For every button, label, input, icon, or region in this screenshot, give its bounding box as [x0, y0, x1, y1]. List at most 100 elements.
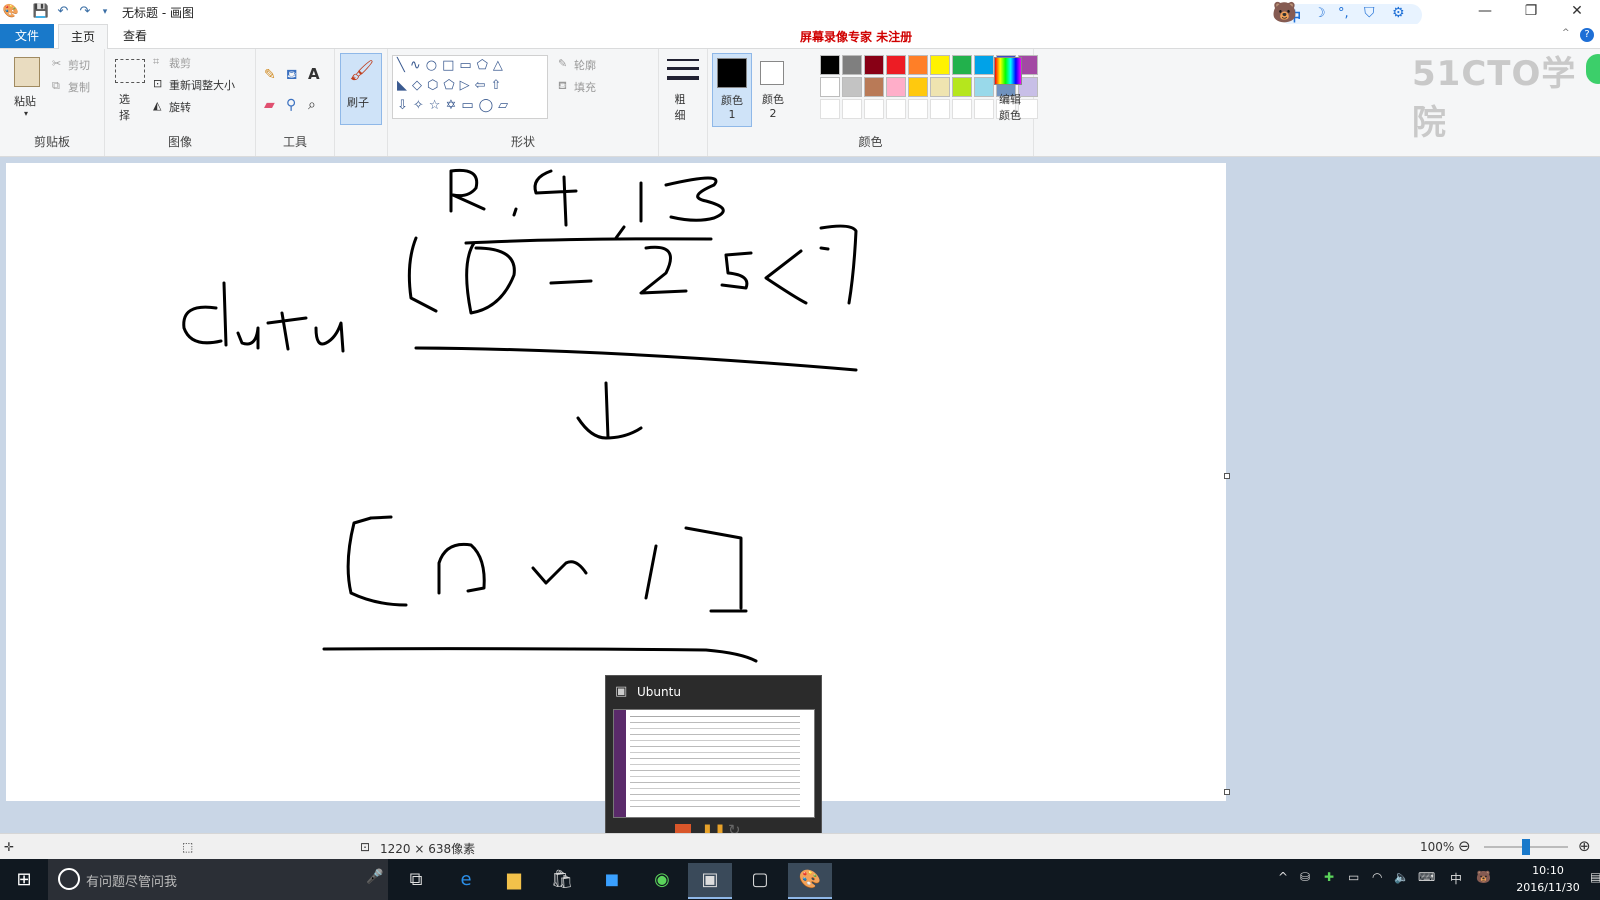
- vmware-icon[interactable]: ▣: [688, 863, 732, 899]
- palette-swatch[interactable]: [886, 55, 906, 75]
- size-button[interactable]: 粗细: [673, 91, 687, 123]
- paste-icon[interactable]: [14, 57, 40, 87]
- tray-battery-icon[interactable]: ▭: [1348, 870, 1359, 884]
- save-icon[interactable]: 💾: [32, 3, 50, 21]
- tab-home[interactable]: 主页: [58, 24, 108, 49]
- terminal-app-icon[interactable]: ▢: [738, 863, 782, 897]
- system-clock[interactable]: 10:10 2016/11/30: [1508, 862, 1588, 896]
- palette-swatch[interactable]: [842, 55, 862, 75]
- zoom-slider-thumb[interactable]: [1522, 839, 1530, 855]
- color2-button[interactable]: 颜色 2: [754, 53, 792, 125]
- palette-swatch[interactable]: [886, 99, 906, 119]
- wifi-icon[interactable]: ◠: [1372, 870, 1382, 884]
- edge-icon[interactable]: e: [444, 863, 488, 897]
- color1-button[interactable]: 颜色 1: [712, 53, 752, 127]
- palette-swatch[interactable]: [908, 77, 928, 97]
- app-bear-icon[interactable]: ◼: [590, 863, 634, 897]
- copy-icon[interactable]: ⧉: [52, 79, 60, 93]
- palette-swatch[interactable]: [908, 55, 928, 75]
- ime-mascot-icon[interactable]: 🐻: [1272, 0, 1297, 24]
- crop-icon[interactable]: ⌗: [153, 55, 159, 69]
- tray-green-icon[interactable]: ✚: [1324, 870, 1334, 884]
- quick-access-dropdown-icon[interactable]: ▾: [96, 3, 114, 21]
- fill-icon[interactable]: ⛾: [558, 79, 567, 94]
- thumbnail-preview[interactable]: [613, 709, 815, 818]
- palette-swatch[interactable]: [842, 99, 862, 119]
- zoom-in-icon[interactable]: ⊕: [1578, 837, 1591, 855]
- tray-overflow-icon[interactable]: ^: [1278, 870, 1288, 884]
- task-view-icon[interactable]: ⧉: [394, 863, 438, 897]
- palette-swatch[interactable]: [820, 55, 840, 75]
- palette-swatch[interactable]: [864, 99, 884, 119]
- undo-icon[interactable]: ↶: [54, 3, 72, 21]
- collapse-ribbon-icon[interactable]: ^: [1562, 28, 1570, 38]
- resize-button[interactable]: 重新调整大小: [169, 77, 235, 93]
- settings-gear-icon[interactable]: ⚙: [1392, 5, 1405, 21]
- crop-button[interactable]: 裁剪: [169, 55, 191, 71]
- rotate-button[interactable]: 旋转: [169, 99, 191, 115]
- restore-button[interactable]: ❐: [1508, 0, 1554, 24]
- color-picker-icon[interactable]: ⚲: [286, 97, 296, 113]
- magnifier-icon[interactable]: ⌕: [308, 97, 316, 113]
- resize-handle-right[interactable]: [1224, 473, 1230, 479]
- windows-start-icon[interactable]: ⊞: [2, 863, 46, 897]
- shapes-gallery[interactable]: ╲∿○□▭⬠△ ◣◇⬡⬠▷⇦⇧ ⇩✧☆✡▭◯▱: [392, 55, 548, 119]
- palette-swatch[interactable]: [974, 99, 994, 119]
- paste-dropdown-icon[interactable]: ▾: [24, 109, 28, 118]
- zoom-out-icon[interactable]: ⊖: [1458, 837, 1471, 855]
- palette-swatch[interactable]: [952, 55, 972, 75]
- moon-icon[interactable]: ☽: [1314, 6, 1326, 21]
- text-tool-icon[interactable]: A: [308, 65, 320, 83]
- select-button[interactable]: 选择: [119, 91, 139, 123]
- close-button[interactable]: ✕: [1554, 0, 1600, 24]
- palette-swatch[interactable]: [930, 77, 950, 97]
- store-icon[interactable]: 🛍: [540, 863, 584, 897]
- outline-button[interactable]: 轮廓: [574, 57, 596, 73]
- pencil-icon[interactable]: ✎: [264, 67, 276, 83]
- palette-swatch[interactable]: [820, 77, 840, 97]
- brushes-button[interactable]: 🖌 刷子: [340, 53, 382, 125]
- palette-swatch[interactable]: [930, 55, 950, 75]
- file-explorer-icon[interactable]: ▆: [492, 863, 536, 897]
- palette-swatch[interactable]: [864, 77, 884, 97]
- skin-icon[interactable]: ⛉: [1364, 5, 1375, 21]
- cut-button[interactable]: 剪切: [68, 57, 90, 73]
- punctuation-icon[interactable]: °,: [1338, 6, 1349, 21]
- notification-center-icon[interactable]: ▤: [1590, 870, 1600, 884]
- palette-swatch[interactable]: [974, 55, 994, 75]
- rotate-icon[interactable]: ◭: [153, 99, 161, 112]
- palette-swatch[interactable]: [842, 77, 862, 97]
- resize-handle-corner[interactable]: [1224, 789, 1230, 795]
- scissors-icon[interactable]: ✂: [52, 57, 61, 70]
- redo-icon[interactable]: ↷: [76, 3, 94, 21]
- eraser-icon[interactable]: ▰: [264, 97, 275, 113]
- palette-swatch[interactable]: [952, 77, 972, 97]
- outline-icon[interactable]: ✎: [558, 57, 567, 70]
- tray-ime-mascot-icon[interactable]: 🐻: [1476, 870, 1491, 884]
- palette-swatch[interactable]: [974, 77, 994, 97]
- tray-network-app-icon[interactable]: ⛁: [1300, 870, 1310, 884]
- palette-swatch[interactable]: [820, 99, 840, 119]
- cortana-search-box[interactable]: 有问题尽管问我 🎤: [48, 859, 388, 900]
- resize-icon[interactable]: ⊡: [153, 77, 162, 90]
- green-app-icon[interactable]: ◉: [640, 863, 684, 897]
- palette-swatch[interactable]: [930, 99, 950, 119]
- minimize-button[interactable]: —: [1462, 0, 1508, 24]
- copy-button[interactable]: 复制: [68, 79, 90, 95]
- ime-toolbar[interactable]: 中 ☽ °, ⛉ ⚙: [1282, 4, 1422, 26]
- edit-colors-button[interactable]: 编辑颜色: [998, 91, 1022, 123]
- palette-swatch[interactable]: [952, 99, 972, 119]
- fill-bucket-icon[interactable]: ⛾: [286, 67, 297, 85]
- fill-button[interactable]: 填充: [574, 79, 596, 95]
- volume-icon[interactable]: 🔈: [1394, 870, 1409, 884]
- ime-indicator[interactable]: 中: [1450, 870, 1462, 887]
- paint-taskbar-icon[interactable]: 🎨: [788, 863, 832, 899]
- palette-swatch[interactable]: [908, 99, 928, 119]
- paste-button[interactable]: 粘贴: [14, 93, 36, 109]
- keyboard-icon[interactable]: ⌨: [1418, 870, 1435, 884]
- palette-swatch[interactable]: [886, 77, 906, 97]
- tab-view[interactable]: 查看: [110, 24, 160, 48]
- paint-app-icon[interactable]: 🎨: [2, 3, 20, 21]
- edit-colors-icon[interactable]: [994, 57, 1022, 85]
- select-icon[interactable]: [115, 59, 145, 83]
